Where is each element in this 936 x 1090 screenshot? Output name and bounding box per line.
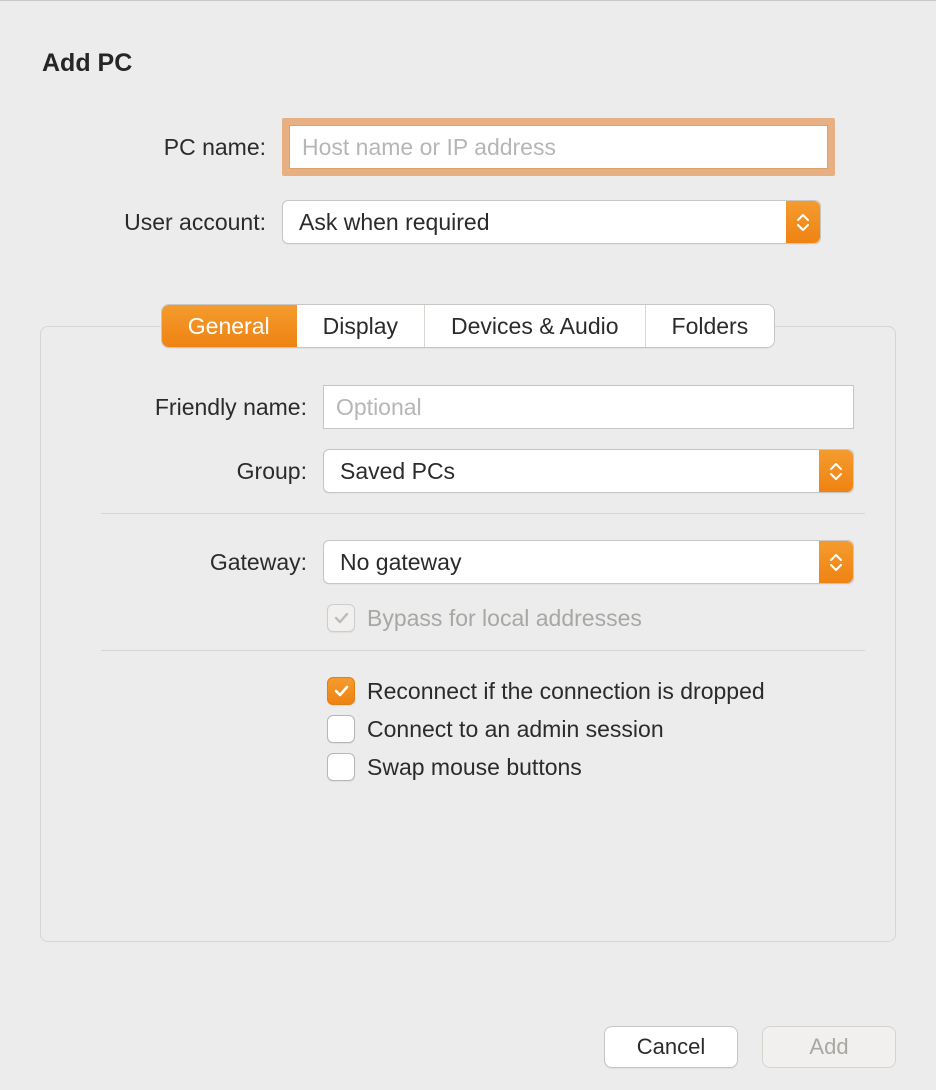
- user-account-label: User account:: [0, 209, 282, 236]
- dialog-footer: Cancel Add: [604, 1026, 896, 1068]
- tab-bar: General Display Devices & Audio Folders: [0, 304, 936, 348]
- reconnect-checkbox[interactable]: [327, 677, 355, 705]
- divider: [101, 513, 865, 514]
- group-select[interactable]: Saved PCs: [323, 449, 854, 493]
- friendly-name-input[interactable]: [323, 385, 854, 429]
- gateway-value: No gateway: [340, 549, 461, 576]
- general-panel: Friendly name: Group: Saved PCs Gateway:: [40, 326, 896, 942]
- pc-name-input[interactable]: [289, 125, 828, 169]
- add-button: Add: [762, 1026, 896, 1068]
- tab-devices-audio[interactable]: Devices & Audio: [425, 305, 645, 347]
- admin-session-checkbox[interactable]: [327, 715, 355, 743]
- select-stepper-icon: [786, 201, 820, 243]
- pc-name-focus-ring: [282, 118, 835, 176]
- bypass-checkbox: [327, 604, 355, 632]
- tab-general[interactable]: General: [162, 305, 297, 347]
- reconnect-label: Reconnect if the connection is dropped: [367, 678, 765, 705]
- divider: [101, 650, 865, 651]
- group-label: Group:: [41, 458, 323, 485]
- pc-name-label: PC name:: [0, 134, 282, 161]
- friendly-name-label: Friendly name:: [41, 394, 323, 421]
- gateway-select[interactable]: No gateway: [323, 540, 854, 584]
- tab-folders[interactable]: Folders: [646, 305, 775, 347]
- user-account-select[interactable]: Ask when required: [282, 200, 821, 244]
- group-value: Saved PCs: [340, 458, 455, 485]
- cancel-button[interactable]: Cancel: [604, 1026, 738, 1068]
- bypass-label: Bypass for local addresses: [367, 605, 642, 632]
- top-form: PC name: User account: Ask when required: [0, 118, 936, 244]
- select-stepper-icon: [819, 450, 853, 492]
- dialog-title: Add PC: [0, 1, 936, 78]
- swap-mouse-checkbox[interactable]: [327, 753, 355, 781]
- gateway-label: Gateway:: [41, 549, 323, 576]
- tab-display[interactable]: Display: [297, 305, 425, 347]
- add-pc-dialog: Add PC PC name: User account: Ask when r…: [0, 0, 936, 1090]
- user-account-value: Ask when required: [299, 209, 490, 236]
- select-stepper-icon: [819, 541, 853, 583]
- admin-session-label: Connect to an admin session: [367, 716, 664, 743]
- swap-mouse-label: Swap mouse buttons: [367, 754, 582, 781]
